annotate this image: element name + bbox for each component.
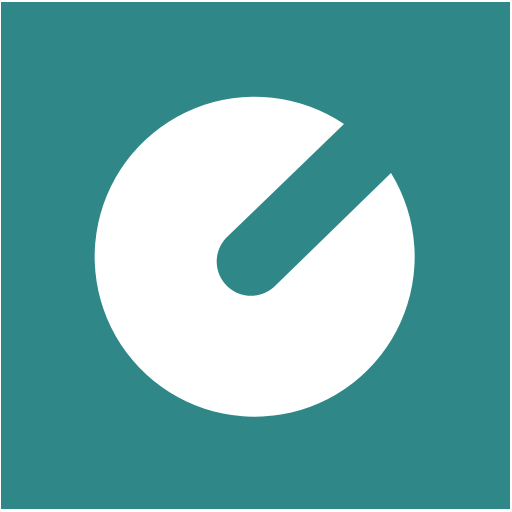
circle-with-diagonal-slot-icon (94, 96, 415, 417)
logo-mark (94, 96, 415, 417)
app-icon (0, 0, 512, 512)
